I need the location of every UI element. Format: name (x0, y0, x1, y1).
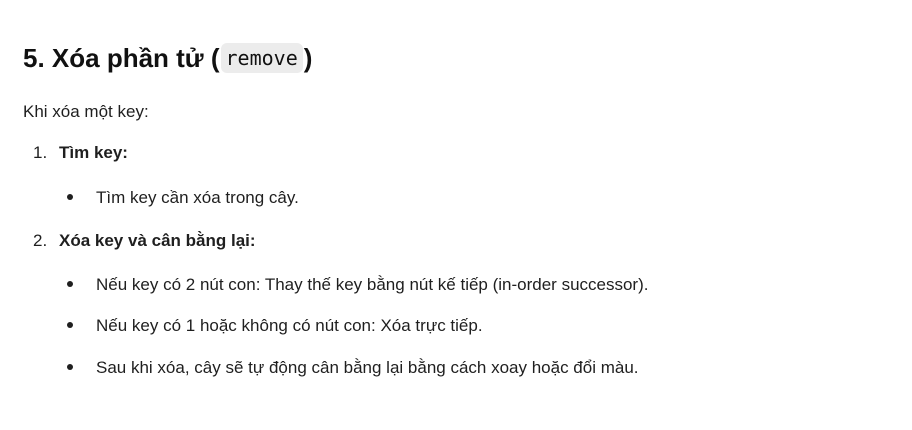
heading-text-prefix: 5. Xóa phần tử ( (23, 43, 220, 73)
section-heading: 5. Xóa phần tử (remove) (23, 36, 893, 80)
step-1: 1. Tìm key: (33, 143, 128, 163)
list-item-text: Sau khi xóa, cây sẽ tự động cân bằng lại… (96, 358, 639, 377)
bullet-icon (67, 281, 73, 287)
list-item-text: Nếu key có 2 nút con: Thay thế key bằng … (96, 275, 649, 294)
step-label: Tìm key: (59, 143, 128, 162)
bullet-icon (67, 194, 73, 200)
step-number: 2. (33, 231, 48, 250)
step-number: 1. (33, 143, 48, 162)
step-2: 2. Xóa key và cân bằng lại: (33, 231, 256, 251)
list-item: Nếu key có 2 nút con: Thay thế key bằng … (67, 275, 648, 295)
list-item: Sau khi xóa, cây sẽ tự động cân bằng lại… (67, 358, 639, 378)
list-item: Nếu key có 1 hoặc không có nút con: Xóa … (67, 316, 483, 336)
list-item: Tìm key cần xóa trong cây. (67, 188, 299, 208)
bullet-icon (67, 364, 73, 370)
intro-paragraph: Khi xóa một key: (23, 102, 149, 121)
document-body: 5. Xóa phần tử (remove) Khi xóa một key:… (23, 36, 893, 377)
bullet-icon (67, 322, 73, 328)
inline-code-remove: remove (220, 43, 303, 73)
list-item-text: Tìm key cần xóa trong cây. (96, 188, 299, 207)
list-item-text: Nếu key có 1 hoặc không có nút con: Xóa … (96, 316, 483, 335)
heading-text-suffix: ) (303, 43, 313, 73)
step-label: Xóa key và cân bằng lại: (59, 231, 256, 250)
